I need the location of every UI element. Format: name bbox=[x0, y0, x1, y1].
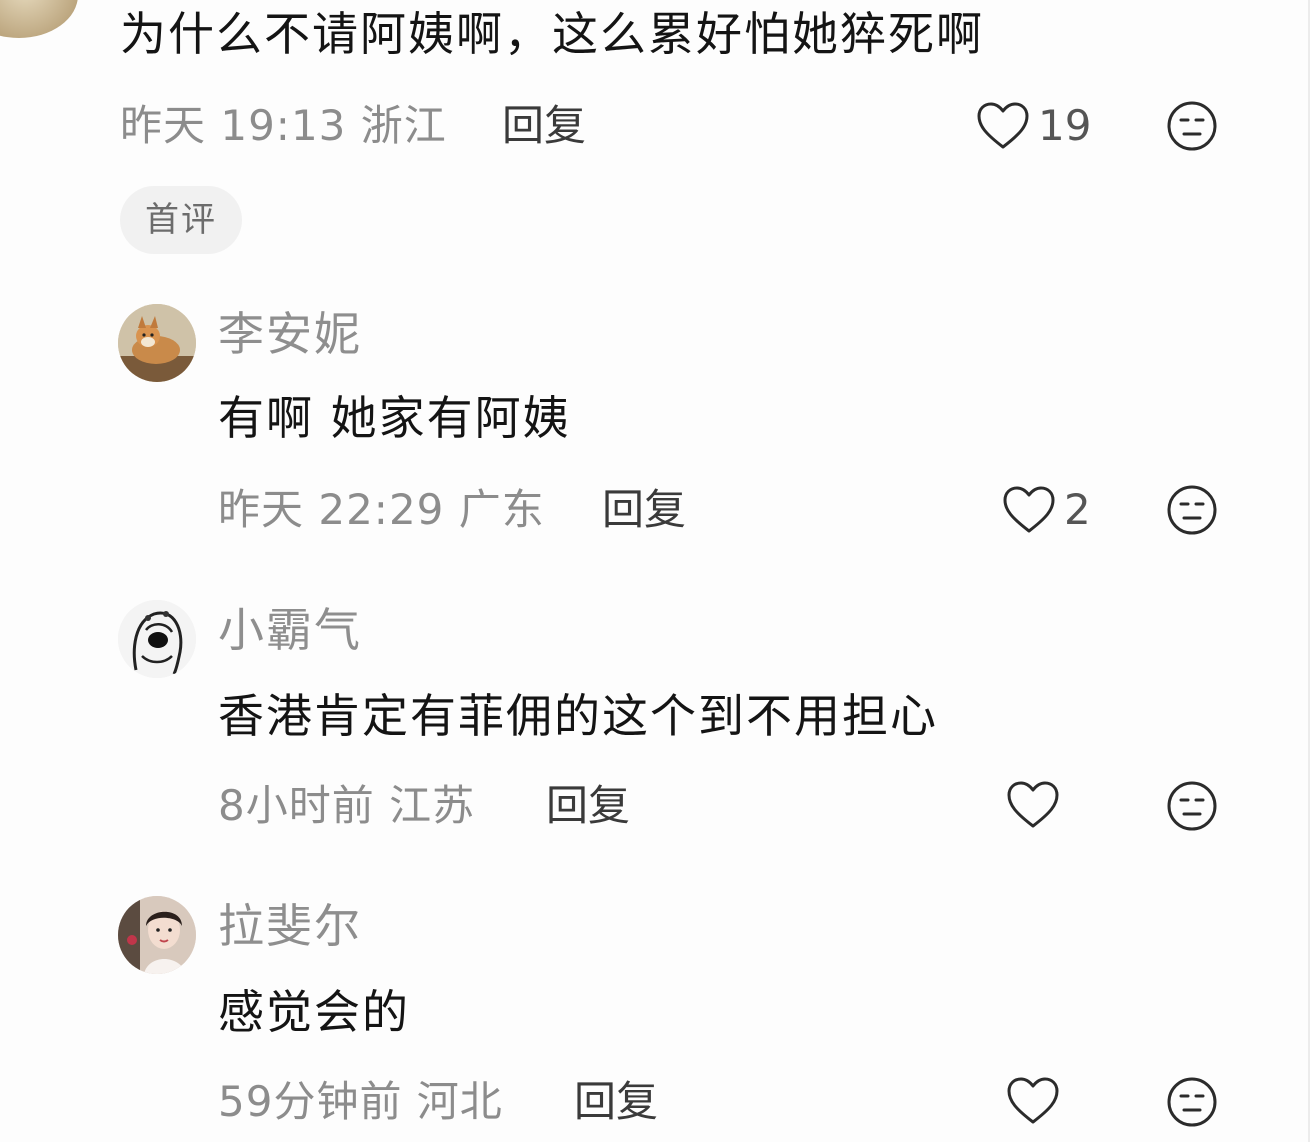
comment-thread: 为什么不请阿姨啊，这么累好怕她猝死啊 昨天 19:13 浙江 回复 19 首评 bbox=[0, 0, 1310, 1142]
neutral-face-icon bbox=[1167, 101, 1217, 151]
reply-button[interactable]: 回复 bbox=[574, 1076, 658, 1128]
heart-outline-icon bbox=[977, 102, 1029, 149]
reply-text: 有啊 她家有阿姨 bbox=[218, 391, 571, 445]
shiba-dog-avatar bbox=[118, 304, 196, 382]
avatar[interactable] bbox=[118, 896, 196, 974]
comment-text: 为什么不请阿姨啊，这么累好怕她猝死啊 bbox=[120, 7, 984, 61]
emoji-react-button[interactable] bbox=[1166, 1076, 1218, 1128]
like-button[interactable]: 19 bbox=[976, 100, 1091, 152]
emoji-react-button[interactable] bbox=[1166, 484, 1218, 536]
heart-outline-icon bbox=[1007, 1077, 1059, 1124]
username[interactable]: 拉斐尔 bbox=[218, 898, 362, 954]
comment-meta: 59分钟前 河北 bbox=[218, 1077, 503, 1126]
like-count: 2 bbox=[1064, 485, 1091, 534]
neutral-face-icon bbox=[1167, 1077, 1217, 1127]
username[interactable]: 小霸气 bbox=[218, 602, 362, 658]
sketch-portrait-avatar bbox=[118, 600, 196, 678]
reply-button[interactable]: 回复 bbox=[502, 100, 586, 152]
avatar[interactable] bbox=[118, 600, 196, 678]
like-count: 19 bbox=[1038, 101, 1092, 150]
comment-meta: 昨天 22:29 广东 bbox=[218, 485, 545, 534]
woman-portrait-avatar bbox=[118, 896, 196, 974]
avatar[interactable] bbox=[0, 0, 78, 38]
first-comment-badge: 首评 bbox=[120, 186, 242, 254]
comment-meta: 昨天 19:13 浙江 bbox=[120, 101, 447, 150]
reply-text: 感觉会的 bbox=[218, 985, 410, 1039]
emoji-react-button[interactable] bbox=[1166, 100, 1218, 152]
neutral-face-icon bbox=[1167, 781, 1217, 831]
emoji-react-button[interactable] bbox=[1166, 780, 1218, 832]
heart-outline-icon bbox=[1007, 781, 1059, 828]
reply-button[interactable]: 回复 bbox=[546, 780, 630, 832]
avatar[interactable] bbox=[118, 304, 196, 382]
comment-meta: 8小时前 江苏 bbox=[218, 781, 476, 830]
neutral-face-icon bbox=[1167, 485, 1217, 535]
heart-outline-icon bbox=[1003, 486, 1055, 533]
reply-text: 香港肯定有菲佣的这个到不用担心 bbox=[218, 689, 938, 743]
reply-button[interactable]: 回复 bbox=[602, 484, 686, 536]
username[interactable]: 李安妮 bbox=[218, 306, 362, 362]
like-button[interactable] bbox=[1006, 780, 1068, 830]
like-button[interactable]: 2 bbox=[1002, 484, 1091, 536]
like-button[interactable] bbox=[1006, 1076, 1068, 1126]
